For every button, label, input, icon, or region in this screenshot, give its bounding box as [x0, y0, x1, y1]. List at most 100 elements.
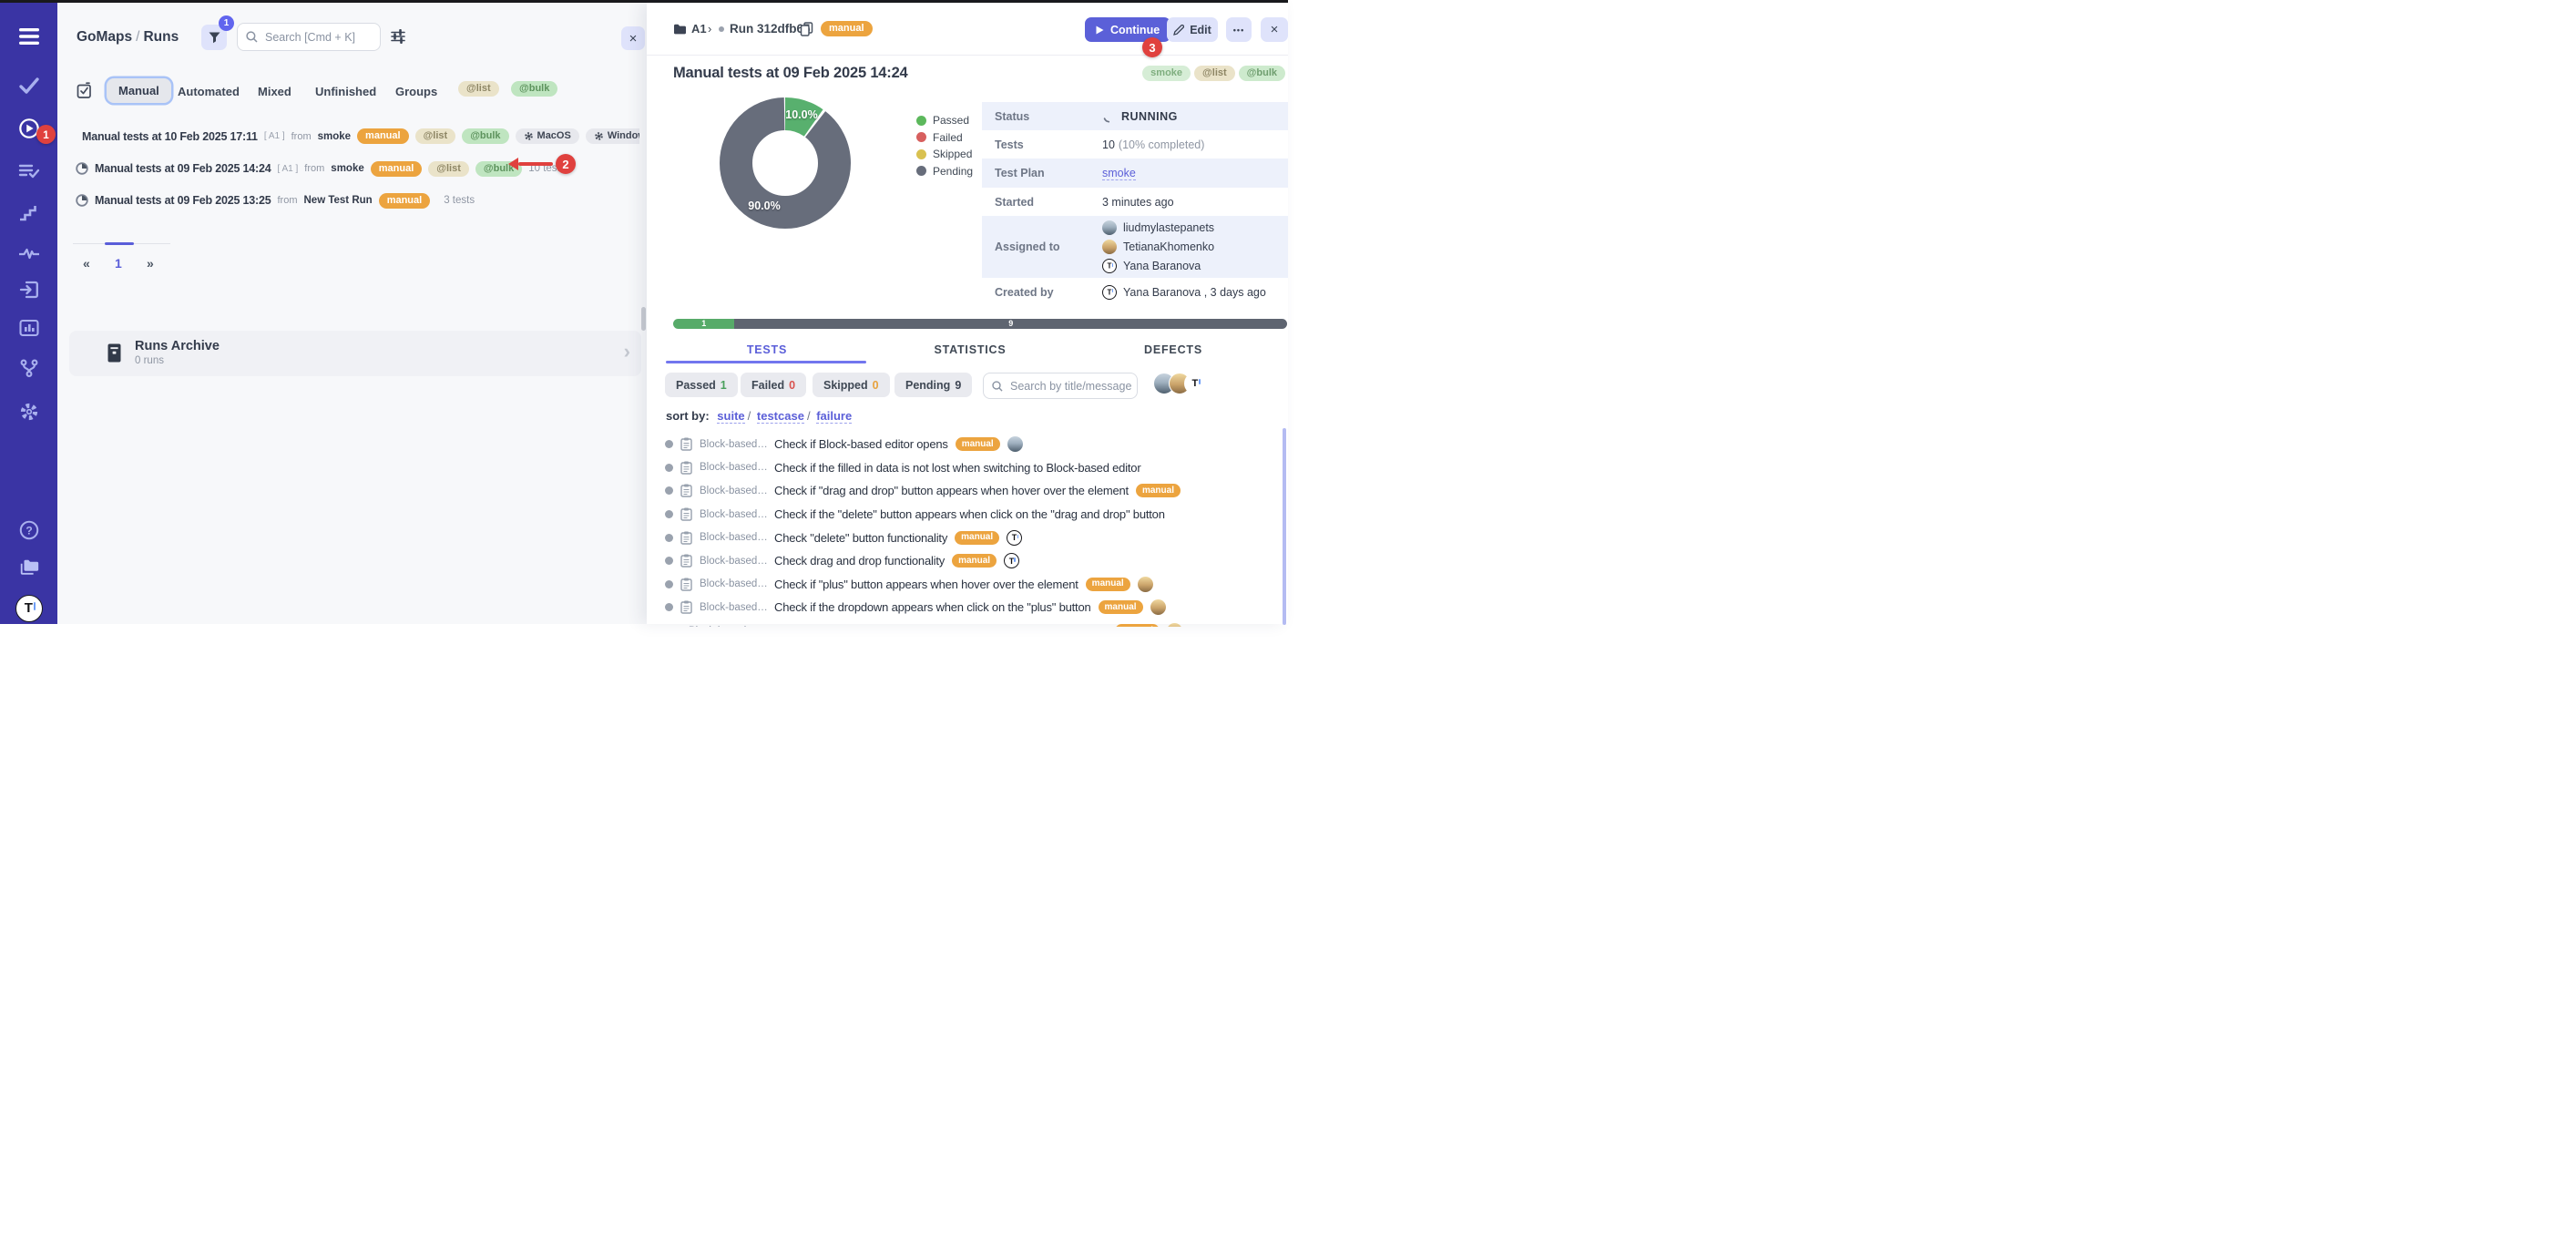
runs-filter-tabs: Manual Automated Mixed Unfinished Groups…: [57, 80, 647, 106]
menu-icon[interactable]: [18, 26, 40, 47]
tab-defects[interactable]: DEFECTS: [1114, 343, 1232, 356]
chip-pending[interactable]: Pending9: [894, 373, 972, 397]
test-row-2[interactable]: Block-based… Check if the filled in data…: [665, 456, 1182, 480]
import-signin-icon[interactable]: [18, 279, 40, 301]
tag-manual: manual: [357, 128, 409, 144]
more-actions-button[interactable]: •••: [1226, 17, 1252, 42]
runs-search-input[interactable]: [263, 30, 380, 45]
run-row-2[interactable]: Manual tests at 09 Feb 2025 14:24 [ A1 ]…: [76, 152, 639, 184]
status-value: RUNNING: [1121, 110, 1178, 123]
user-avatar-t-logo[interactable]: [15, 595, 43, 622]
annotation-step-3: 3: [1142, 37, 1162, 57]
tests-search[interactable]: [983, 373, 1138, 399]
progress-passed-segment: 1: [673, 319, 734, 329]
right-scrollbar-thumb[interactable]: [1283, 428, 1286, 625]
breadcrumb-project[interactable]: GoMaps: [77, 29, 132, 45]
test-row-9-partial[interactable]: Block-based… manual: [665, 619, 1182, 627]
annotation-arrow-shaft: [518, 162, 553, 166]
runs-archive-card[interactable]: Runs Archive 0 runs ›: [69, 331, 641, 376]
run-in-progress-icon: [76, 162, 88, 175]
test-row-1[interactable]: Block-based… Check if Block-based editor…: [665, 433, 1182, 456]
tab-unfinished[interactable]: Unfinished: [315, 85, 376, 98]
edit-button[interactable]: Edit: [1167, 17, 1218, 42]
pagination-prev[interactable]: «: [83, 256, 90, 271]
tab-mixed[interactable]: Mixed: [258, 85, 291, 98]
avatar: [1004, 553, 1019, 568]
test-row-4[interactable]: Block-based… Check if the "delete" butto…: [665, 503, 1182, 527]
clipboard-icon: [680, 461, 692, 475]
test-row-5[interactable]: Block-based… Check "delete" button funct…: [665, 526, 1182, 549]
tests-list: Block-based… Check if Block-based editor…: [665, 433, 1182, 627]
sort-by-suite[interactable]: suite: [717, 409, 744, 424]
tests-count: 10: [1102, 138, 1115, 151]
chart-legend: Passed Failed Skipped Pending: [916, 112, 973, 179]
results-donut-chart: 10.0% 90.0%: [712, 90, 858, 236]
integrations-branch-icon[interactable]: [18, 357, 40, 379]
legend-pending: Pending: [916, 163, 973, 180]
assignee-3[interactable]: Yana Baranova: [1102, 258, 1214, 275]
test-cases-icon[interactable]: [18, 160, 40, 182]
reports-chart-icon[interactable]: [18, 317, 40, 339]
run-row-3[interactable]: Manual tests at 09 Feb 2025 13:25 from N…: [76, 185, 639, 217]
annotation-step-2: 2: [556, 154, 576, 174]
tag-list: @list: [415, 128, 456, 144]
select-all-icon[interactable]: [77, 82, 93, 98]
test-row-6[interactable]: Block-based… Check drag and drop functio…: [665, 549, 1182, 573]
sort-by-testcase[interactable]: testcase: [757, 409, 804, 424]
folders-icon[interactable]: [18, 556, 40, 578]
tab-automated[interactable]: Automated: [178, 85, 240, 98]
tag-list: @list: [1194, 66, 1235, 81]
started-value: 3 minutes ago: [1102, 196, 1174, 209]
run-row-1[interactable]: Manual tests at 10 Feb 2025 17:11 [ A1 ]…: [76, 120, 639, 152]
settings-gear-icon[interactable]: [18, 401, 40, 423]
help-icon[interactable]: ?: [18, 519, 40, 541]
avatar: [1184, 373, 1206, 394]
tab-groups[interactable]: Groups: [395, 85, 437, 98]
status-pending-dot: [665, 464, 673, 472]
tests-search-input[interactable]: [1008, 379, 1137, 394]
copy-icon[interactable]: [800, 3, 813, 55]
tab-tests[interactable]: TESTS: [708, 343, 826, 356]
chip-passed[interactable]: Passed1: [665, 373, 738, 397]
chip-skipped[interactable]: Skipped0: [813, 373, 890, 397]
chevron-right-icon: ›: [624, 340, 630, 363]
sort-by-failure[interactable]: failure: [816, 409, 852, 424]
tab-manual[interactable]: Manual: [107, 78, 171, 103]
tag-filter-bulk[interactable]: @bulk: [511, 81, 557, 97]
test-row-3[interactable]: Block-based… Check if "drag and drop" bu…: [665, 479, 1182, 503]
pagination-next[interactable]: »: [147, 256, 154, 271]
close-run-detail-button[interactable]: ×: [1261, 17, 1288, 42]
assignee-2[interactable]: TetianaKhomenko: [1102, 239, 1214, 256]
tag-manual: manual: [1115, 624, 1160, 627]
runs-search[interactable]: [237, 23, 381, 51]
tag-manual: manual: [956, 437, 1000, 451]
clipboard-icon: [680, 484, 692, 497]
activity-pulse-icon[interactable]: [18, 242, 40, 264]
run-breadcrumb-project[interactable]: A1: [691, 3, 707, 55]
left-scrollbar-thumb[interactable]: [641, 307, 646, 331]
run-summary-table: Status RUNNING Tests 10(10% completed) T…: [982, 102, 1288, 306]
adjustments-sliders-icon[interactable]: [391, 29, 405, 44]
assignee-1[interactable]: liudmylastepanets: [1102, 220, 1214, 237]
chip-failed[interactable]: Failed0: [741, 373, 806, 397]
avatar: [1102, 285, 1117, 300]
search-icon: [992, 381, 1003, 392]
tag-bulk: @bulk: [462, 128, 508, 144]
dot-icon: [719, 3, 724, 55]
created-by-value: Yana Baranova , 3 days ago: [1123, 286, 1266, 299]
run-detail-header: A1 › Run 312dfb65 manual Continue Edit •…: [647, 3, 1288, 56]
sort-controls: sort by: suite/ testcase/ failure: [666, 409, 852, 423]
test-row-7[interactable]: Block-based… Check if "plus" button appe…: [665, 573, 1182, 597]
tests-completed: (10% completed): [1119, 138, 1205, 151]
test-row-8[interactable]: Block-based… Check if the dropdown appea…: [665, 596, 1182, 619]
pagination-page-1[interactable]: 1: [115, 256, 122, 271]
milestones-steps-icon[interactable]: [18, 202, 40, 224]
assignee-avatars-group[interactable]: [1153, 373, 1206, 394]
tab-statistics[interactable]: STATISTICS: [911, 343, 1029, 356]
annotation-step-1: 1: [36, 125, 56, 144]
svg-text:?: ?: [26, 525, 32, 537]
close-panel-button[interactable]: ×: [621, 26, 645, 50]
projects-check-icon[interactable]: [18, 75, 40, 97]
test-plan-link[interactable]: smoke: [1102, 167, 1136, 180]
tag-filter-list[interactable]: @list: [458, 81, 499, 97]
